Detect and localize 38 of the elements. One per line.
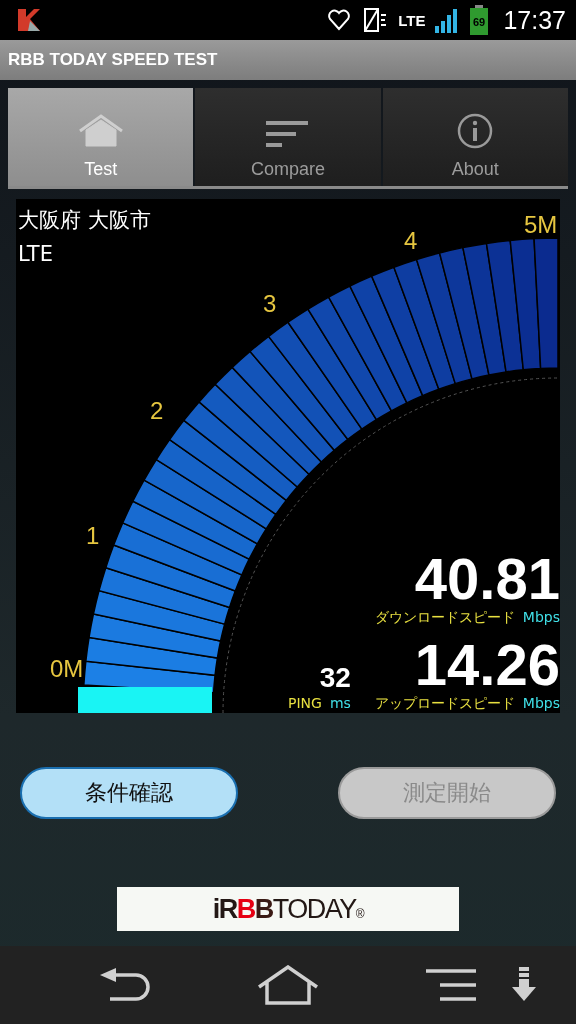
home-icon — [76, 113, 125, 149]
unit-label: Mbps — [522, 694, 560, 713]
clock: 17:37 — [503, 5, 566, 35]
scale-label: 0M — [50, 655, 84, 682]
logo: iRBBTODAY® — [212, 893, 364, 925]
menu-icon[interactable] — [426, 969, 478, 1001]
app-title: RBB TODAY SPEED TEST — [8, 50, 218, 70]
network-type-text: LTE — [18, 241, 53, 268]
signal-icon — [435, 7, 460, 33]
download-value: 40.81 — [414, 551, 560, 607]
info-icon — [457, 113, 494, 149]
scale-label: 1 — [86, 522, 100, 549]
bars-icon — [266, 119, 310, 149]
upload-label: アップロードスピード — [374, 694, 515, 713]
phone-rotate-icon — [362, 7, 389, 33]
upload-value: 14.26 — [414, 637, 560, 693]
download-label: ダウンロードスピード — [374, 608, 515, 627]
ping-label: PING — [288, 694, 322, 713]
scale-label: 2 — [150, 397, 164, 424]
download-arrow-icon[interactable] — [512, 967, 536, 1003]
network-type: LTE — [398, 11, 426, 29]
banner[interactable]: iRBBTODAY® — [117, 887, 459, 931]
ping-value: 32 — [319, 663, 351, 693]
scale-label: 5M — [524, 211, 558, 238]
shield-k-icon — [16, 7, 42, 33]
battery-icon: 69 — [469, 5, 490, 35]
tab[interactable]: Compare — [195, 88, 381, 186]
location-text: 大阪府 大阪市 — [18, 207, 151, 234]
unit-label: Mbps — [522, 608, 560, 627]
tab[interactable]: Test — [8, 88, 194, 186]
action-button[interactable]: 条件確認 — [20, 767, 238, 819]
unit-label: ms — [329, 694, 351, 713]
back-icon[interactable] — [98, 967, 150, 1003]
home-icon[interactable] — [257, 965, 319, 1005]
tab[interactable]: About — [382, 88, 568, 186]
heart-device-icon — [326, 7, 353, 33]
scale-label: 3 — [263, 290, 277, 317]
scale-label: 4 — [404, 227, 418, 254]
